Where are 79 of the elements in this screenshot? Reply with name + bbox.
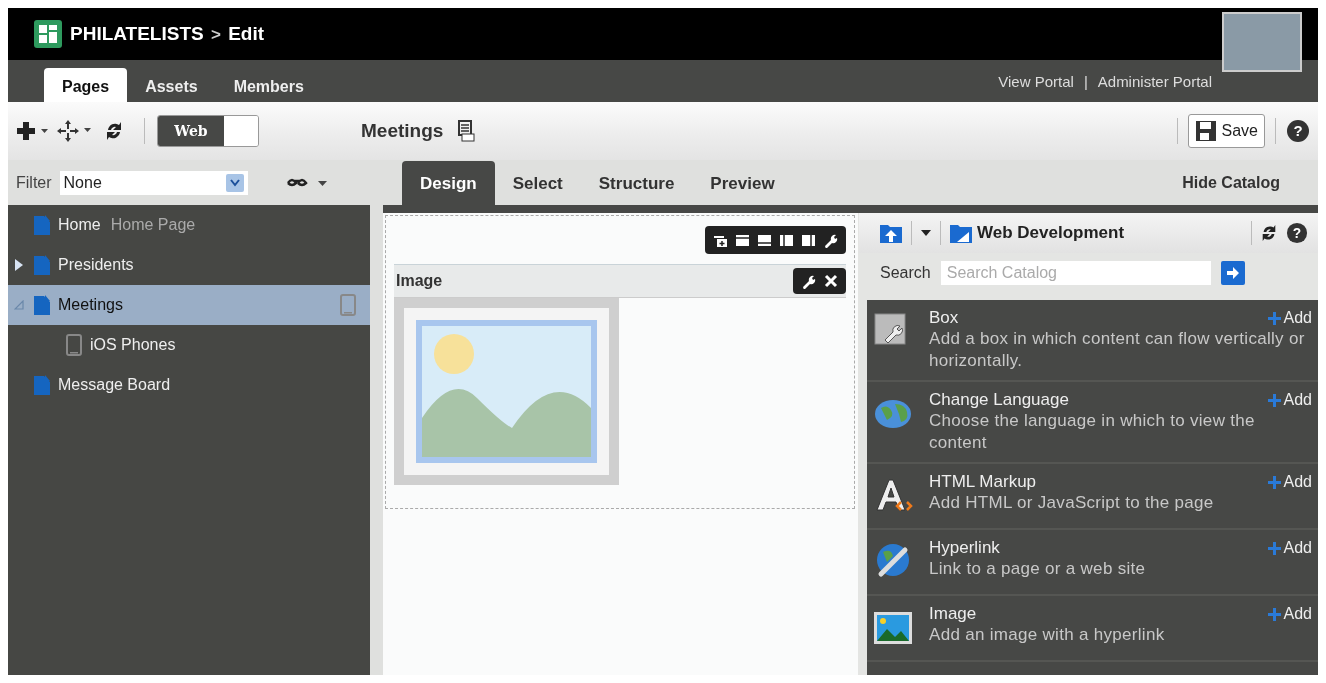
chevron-down-icon bbox=[229, 178, 240, 187]
catalog-item-name: Image bbox=[929, 604, 977, 624]
nav-tab[interactable]: Members bbox=[215, 68, 322, 102]
bottom-box-icon[interactable] bbox=[757, 232, 772, 248]
expand-arrow-icon[interactable] bbox=[15, 259, 23, 271]
tree-item-label: Meetings bbox=[58, 296, 123, 314]
nav-tab[interactable]: Pages bbox=[44, 68, 128, 102]
catalog-item-description: Choose the language in which to view the content bbox=[929, 410, 1256, 454]
tree-item[interactable]: Home Home Page bbox=[8, 205, 370, 245]
page-icon bbox=[34, 215, 50, 235]
nav-tab[interactable]: Assets bbox=[127, 68, 216, 102]
add-menu-icon[interactable] bbox=[16, 120, 50, 142]
folder-up-icon[interactable] bbox=[879, 222, 903, 244]
add-button[interactable]: Add bbox=[1267, 539, 1312, 557]
filter-dropdown[interactable]: None bbox=[59, 170, 248, 195]
arrow-right-icon bbox=[1225, 267, 1240, 279]
page-icon bbox=[34, 295, 50, 315]
settings-icon[interactable] bbox=[823, 232, 838, 248]
web-toggle[interactable]: Web bbox=[157, 115, 259, 147]
move-menu-icon[interactable] bbox=[56, 119, 94, 143]
catalog-item-name: Box bbox=[929, 308, 959, 328]
tree-item[interactable]: Presidents bbox=[8, 245, 370, 285]
view-tab[interactable]: Design bbox=[402, 161, 495, 205]
top-box-icon[interactable] bbox=[735, 232, 750, 248]
catalog-item-name: Change Language bbox=[929, 390, 1069, 410]
catalog-folder[interactable]: Web Development bbox=[949, 222, 1125, 244]
tablet-icon bbox=[66, 334, 82, 356]
add-button[interactable]: Add bbox=[1267, 309, 1312, 327]
catalog-item-name: Hyperlink bbox=[929, 538, 1000, 558]
page-icon bbox=[34, 375, 50, 395]
add-button[interactable]: Add bbox=[1267, 473, 1312, 491]
search-label: Search bbox=[880, 264, 931, 282]
view-tab[interactable]: Structure bbox=[580, 161, 693, 205]
catalog-item-description: Add an image with a hyperlink bbox=[929, 624, 1166, 646]
catalog-item-description: Add a box in which content can flow vertically or horizontally. bbox=[929, 328, 1306, 372]
component-title: Image bbox=[396, 272, 443, 290]
page-title: Meetings bbox=[361, 120, 444, 142]
refresh-icon[interactable] bbox=[1260, 223, 1278, 243]
tree-item-label: Home bbox=[58, 216, 101, 234]
plus-icon bbox=[1267, 475, 1281, 489]
catalog-item-description: Add HTML or JavaScript to the page bbox=[929, 492, 1215, 514]
hide-catalog-link[interactable]: Hide Catalog bbox=[1182, 173, 1280, 192]
plus-icon bbox=[1267, 541, 1281, 555]
tree-item-label: Message Board bbox=[58, 376, 171, 394]
tree-item[interactable]: Meetings bbox=[8, 285, 370, 325]
plus-icon bbox=[1267, 393, 1281, 407]
tree-item-label: iOS Phones bbox=[90, 336, 176, 354]
dropdown-arrow-icon[interactable] bbox=[920, 229, 932, 237]
plus-icon bbox=[1267, 607, 1281, 621]
catalog-item-name: HTML Markup bbox=[929, 472, 1037, 492]
tree-item-label: Presidents bbox=[58, 256, 134, 274]
save-button[interactable]: Save bbox=[1187, 114, 1265, 148]
site-title: PHILATELISTS > Edit bbox=[70, 23, 265, 45]
add-button[interactable]: Add bbox=[1267, 605, 1312, 623]
tree-item[interactable]: iOS Phones bbox=[8, 325, 370, 365]
link-divider: | bbox=[1083, 72, 1088, 90]
filter-label: Filter bbox=[16, 173, 52, 192]
logo-icon bbox=[34, 20, 62, 48]
help-icon[interactable]: ? bbox=[1286, 222, 1308, 244]
close-icon[interactable] bbox=[824, 274, 838, 288]
catalog-item-description: Link to a page or a web site bbox=[929, 558, 1147, 580]
refresh-icon[interactable] bbox=[104, 120, 124, 142]
view-tab[interactable]: Select bbox=[494, 161, 581, 205]
view-portal-link[interactable]: View Portal bbox=[998, 72, 1074, 90]
page-icon bbox=[34, 255, 50, 275]
add-button[interactable]: Add bbox=[1267, 391, 1312, 409]
page-layout-icon[interactable] bbox=[457, 120, 476, 142]
view-tab[interactable]: Preview bbox=[692, 161, 793, 205]
folder-icon bbox=[949, 222, 973, 244]
search-button[interactable] bbox=[1220, 261, 1245, 285]
settings-icon[interactable] bbox=[801, 273, 816, 289]
administer-portal-link[interactable]: Administer Portal bbox=[1097, 72, 1212, 90]
left-box-icon[interactable] bbox=[779, 232, 794, 248]
plus-icon bbox=[1267, 311, 1281, 325]
page-description: Home Page bbox=[110, 216, 196, 234]
search-field[interactable]: Search Catalog bbox=[940, 261, 1211, 285]
help-icon[interactable]: ? bbox=[1286, 119, 1310, 143]
right-box-icon[interactable] bbox=[801, 232, 816, 248]
tree-item[interactable]: Message Board bbox=[8, 365, 370, 405]
